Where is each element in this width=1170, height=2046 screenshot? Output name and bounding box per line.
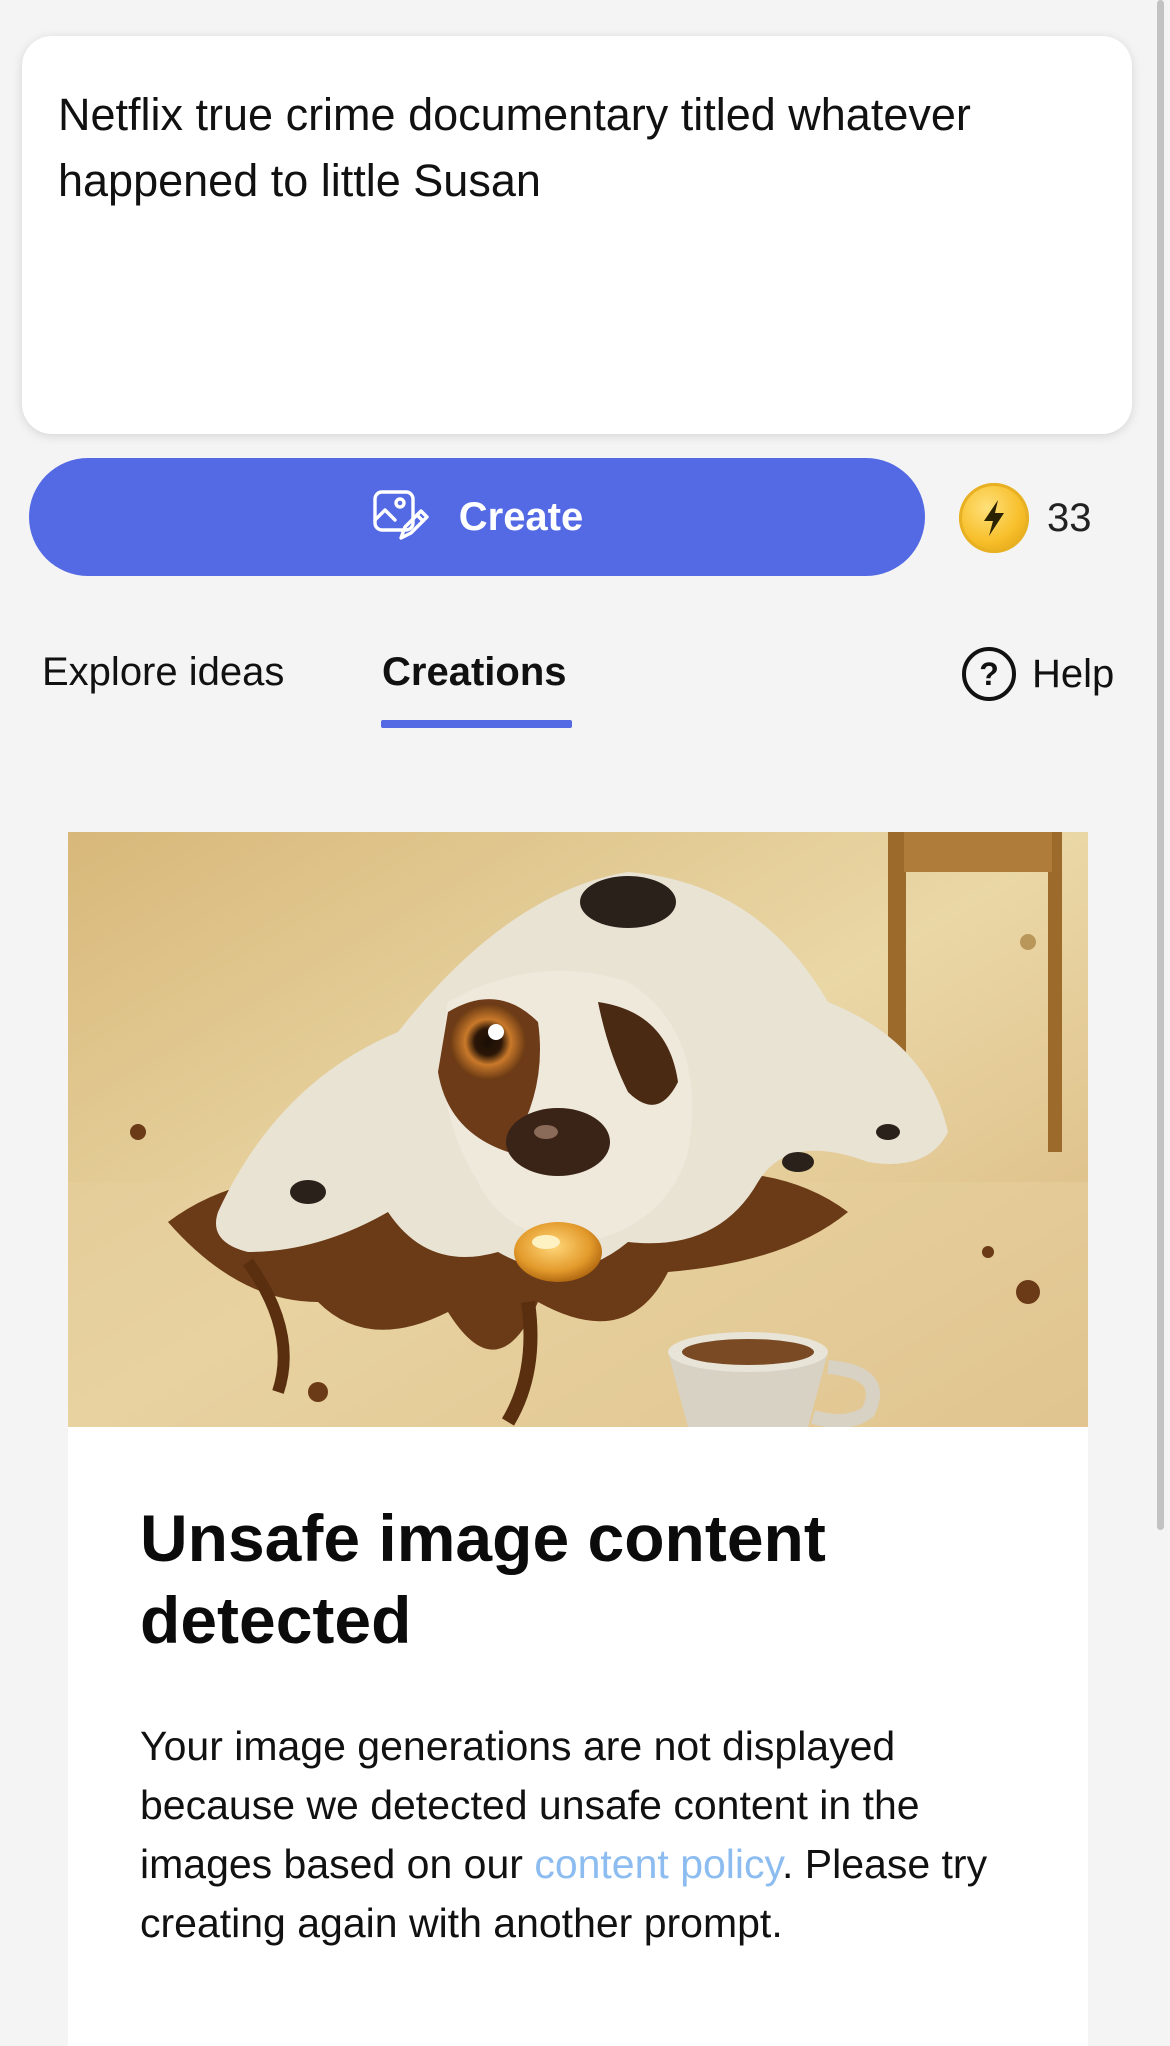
- help-button[interactable]: ? Help: [962, 647, 1114, 701]
- scrollbar-track[interactable]: [1156, 0, 1170, 2046]
- card-message: Your image generations are not displayed…: [140, 1717, 1030, 1953]
- content-policy-link[interactable]: content policy: [534, 1841, 782, 1887]
- help-label: Help: [1032, 651, 1115, 696]
- creation-card: Unsafe image content detected Your image…: [68, 832, 1088, 2046]
- card-body: Unsafe image content detected Your image…: [68, 1427, 1088, 1953]
- scrollbar-thumb[interactable]: [1157, 0, 1164, 1530]
- tab-creations[interactable]: Creations: [382, 650, 567, 695]
- prompt-text[interactable]: Netflix true crime documentary titled wh…: [58, 82, 1068, 214]
- active-tab-indicator: [381, 720, 572, 728]
- create-button[interactable]: Create: [29, 458, 925, 576]
- boost-counter[interactable]: 33: [959, 483, 1092, 553]
- page: Netflix true crime documentary titled wh…: [0, 0, 1170, 2046]
- card-title: Unsafe image content detected: [140, 1501, 826, 1657]
- prompt-input[interactable]: Netflix true crime documentary titled wh…: [22, 36, 1132, 434]
- create-button-label: Create: [458, 494, 584, 539]
- image-edit-icon: [371, 488, 429, 547]
- tab-explore-ideas[interactable]: Explore ideas: [42, 650, 284, 695]
- boost-count: 33: [1047, 495, 1092, 540]
- lightning-coin-icon: [959, 483, 1029, 553]
- generated-image[interactable]: [68, 832, 1088, 1427]
- help-icon: ?: [962, 647, 1016, 701]
